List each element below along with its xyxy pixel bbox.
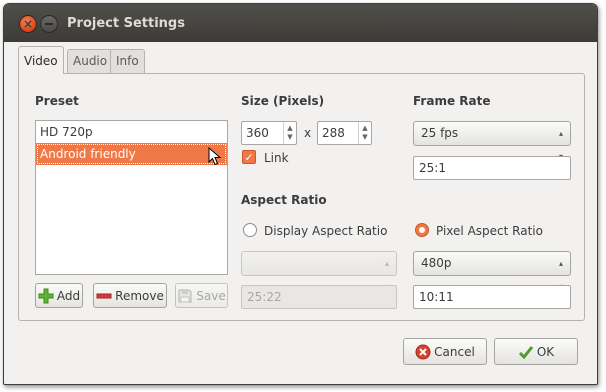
frame-rate-combo[interactable]: 25 fps ▴▾ bbox=[413, 121, 571, 161]
frame-rate-heading: Frame Rate bbox=[413, 94, 491, 108]
tab-video[interactable]: Video bbox=[18, 46, 64, 74]
cancel-button[interactable]: Cancel bbox=[403, 338, 487, 365]
remove-preset-button[interactable]: Remove bbox=[93, 283, 167, 308]
cancel-icon bbox=[415, 344, 431, 360]
preset-heading: Preset bbox=[35, 94, 79, 108]
checkmark-icon: ✓ bbox=[244, 150, 254, 164]
display-aspect-ratio-field[interactable]: 25:22 bbox=[241, 285, 397, 309]
save-preset-button[interactable]: Save bbox=[175, 283, 228, 308]
chevron-down-icon[interactable]: ▼ bbox=[287, 133, 292, 142]
width-stepper-arrows[interactable]: ▲ ▼ bbox=[283, 122, 296, 144]
frame-rate-value: 25 fps bbox=[421, 126, 459, 140]
width-value: 360 bbox=[246, 126, 269, 140]
mouse-cursor-icon bbox=[208, 147, 222, 166]
chevron-down-icon[interactable]: ▼ bbox=[362, 133, 367, 142]
pixel-aspect-combo[interactable]: 480p ▴▾ bbox=[413, 251, 571, 291]
minus-icon bbox=[96, 288, 112, 304]
preset-list[interactable]: HD 720p Android friendly bbox=[35, 120, 228, 275]
frame-rate-ratio-value: 25:1 bbox=[419, 161, 446, 175]
add-preset-button[interactable]: Add bbox=[35, 283, 83, 308]
pixel-aspect-ratio-value: 10:11 bbox=[419, 290, 454, 304]
display-aspect-radio[interactable] bbox=[243, 223, 257, 237]
video-tab-panel: Preset HD 720p Android friendly Add Remo… bbox=[18, 73, 585, 321]
height-stepper-arrows[interactable]: ▲ ▼ bbox=[358, 122, 371, 144]
size-separator: x bbox=[304, 126, 312, 140]
tab-info[interactable]: Info bbox=[110, 49, 145, 73]
preset-item-hd-720p[interactable]: HD 720p bbox=[36, 121, 227, 143]
checkmark-icon bbox=[518, 344, 534, 360]
close-window-button[interactable]: × bbox=[19, 15, 37, 33]
aspect-ratio-heading: Aspect Ratio bbox=[241, 193, 327, 207]
pixel-aspect-value: 480p bbox=[421, 256, 452, 270]
display-aspect-label[interactable]: Display Aspect Ratio bbox=[264, 224, 387, 238]
link-label[interactable]: Link bbox=[264, 151, 289, 165]
height-spinbutton[interactable]: 288 ▲ ▼ bbox=[317, 121, 372, 145]
display-aspect-ratio-value: 25:22 bbox=[247, 290, 282, 304]
ok-label: OK bbox=[536, 344, 555, 359]
minimize-window-button[interactable] bbox=[40, 15, 58, 33]
window-title: Project Settings bbox=[67, 16, 185, 31]
pixel-aspect-ratio-field[interactable]: 10:11 bbox=[413, 285, 571, 309]
save-icon bbox=[177, 288, 193, 304]
pixel-aspect-label[interactable]: Pixel Aspect Ratio bbox=[436, 224, 543, 238]
pixel-aspect-radio[interactable] bbox=[415, 223, 429, 237]
chevron-up-icon[interactable]: ▲ bbox=[362, 124, 367, 133]
save-preset-label: Save bbox=[196, 288, 226, 303]
add-preset-label: Add bbox=[56, 288, 81, 303]
ok-button[interactable]: OK bbox=[494, 338, 578, 365]
frame-rate-ratio-field[interactable]: 25:1 bbox=[413, 156, 571, 180]
preset-item-android-friendly[interactable]: Android friendly bbox=[36, 143, 227, 165]
project-settings-dialog: × Project Settings Video Audio Info Pres… bbox=[3, 3, 598, 385]
width-spinbutton[interactable]: 360 ▲ ▼ bbox=[241, 121, 297, 145]
cancel-label: Cancel bbox=[434, 344, 475, 359]
title-bar[interactable]: × Project Settings bbox=[4, 4, 597, 42]
link-checkbox[interactable]: ✓ bbox=[242, 150, 256, 164]
chevron-up-icon[interactable]: ▲ bbox=[287, 124, 292, 133]
remove-preset-label: Remove bbox=[115, 288, 164, 303]
plus-icon bbox=[38, 288, 54, 304]
tab-audio[interactable]: Audio bbox=[67, 49, 114, 73]
height-value: 288 bbox=[322, 126, 345, 140]
display-aspect-combo[interactable]: ▴▾ bbox=[241, 251, 397, 291]
size-heading: Size (Pixels) bbox=[241, 94, 325, 108]
